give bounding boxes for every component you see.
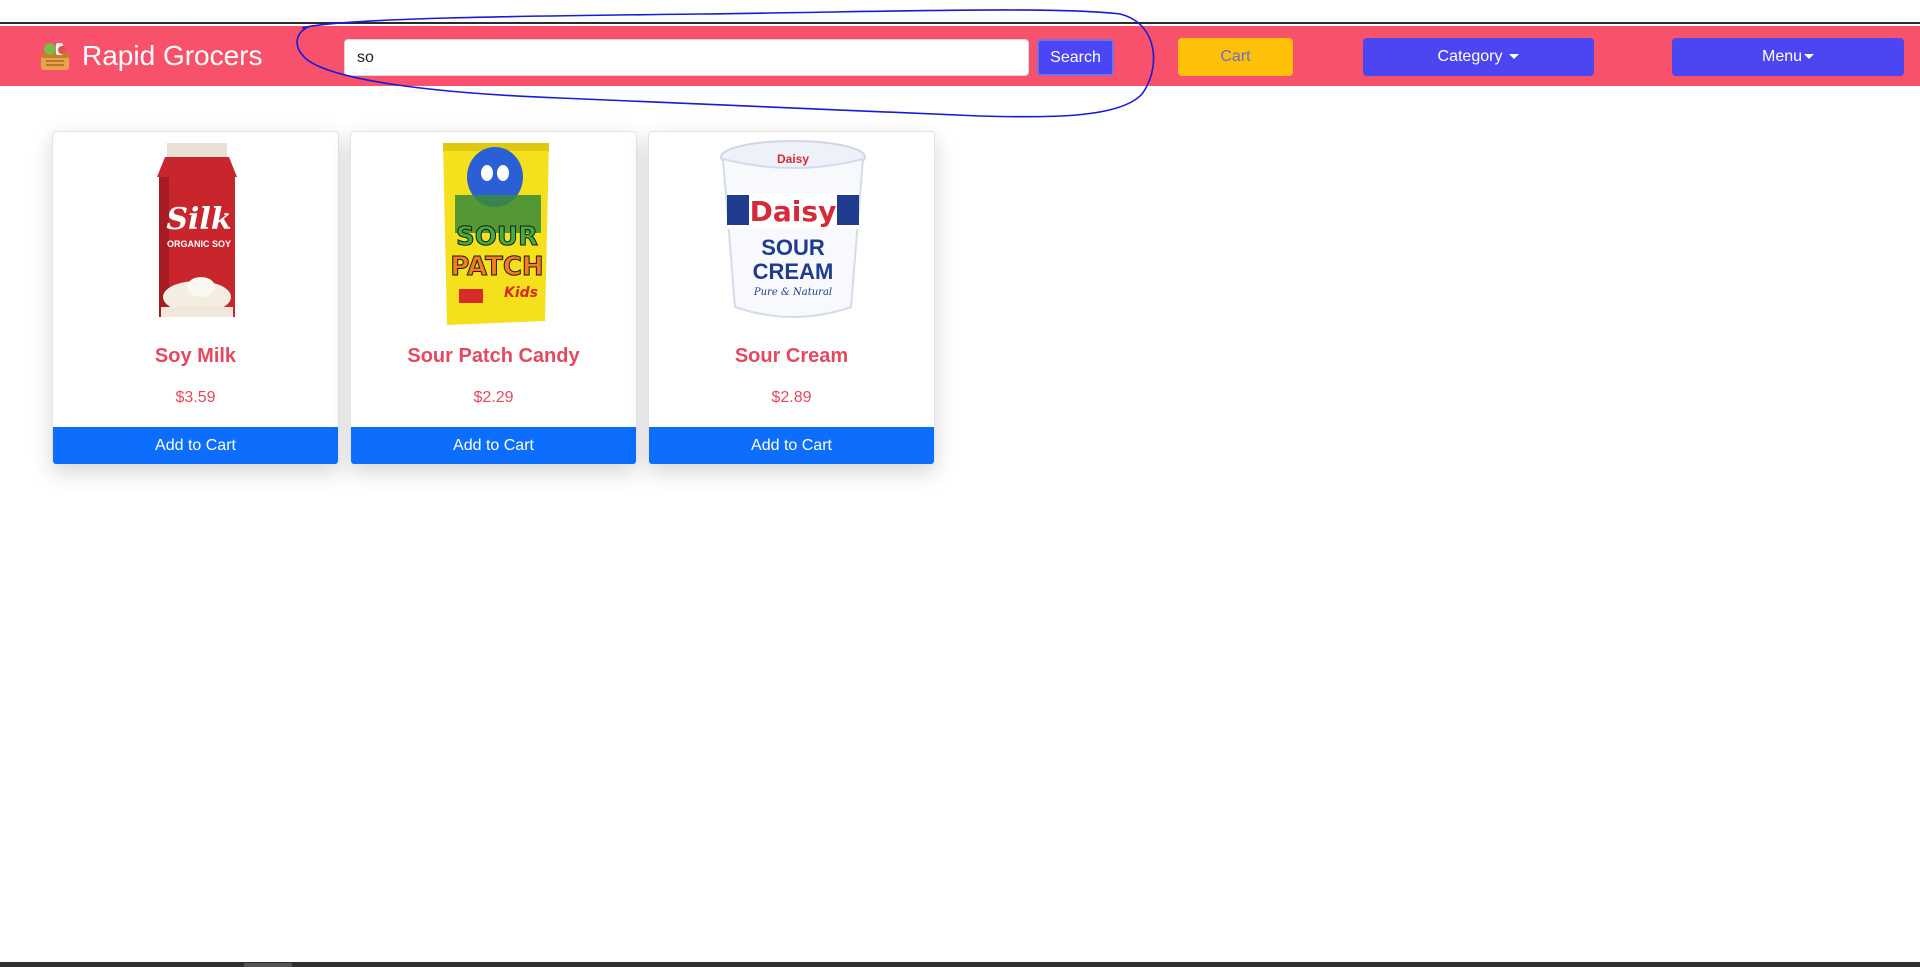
search-input[interactable] bbox=[344, 39, 1029, 76]
daisy-tub-image: Daisy Daisy SOUR CREAM Pure & Natural bbox=[719, 140, 866, 318]
product-name[interactable]: Sour Patch Candy bbox=[351, 345, 636, 368]
product-grid: Silk ORGANIC SOY Soy Milk $3.59 Add to C… bbox=[52, 131, 935, 465]
product-card: Daisy Daisy SOUR CREAM Pure & Natural So… bbox=[648, 131, 935, 465]
candy-line2-text: PATCH bbox=[450, 252, 543, 282]
product-image: SOUR PATCH Kids bbox=[351, 132, 636, 332]
sour-patch-bag-image: SOUR PATCH Kids bbox=[442, 143, 549, 325]
add-to-cart-button[interactable]: Add to Cart bbox=[53, 427, 338, 464]
daisy-tag-text: Pure & Natural bbox=[752, 287, 831, 298]
brand[interactable]: Rapid Grocers bbox=[38, 38, 263, 74]
top-strip bbox=[0, 0, 1920, 24]
silk-sub-text: ORGANIC SOY bbox=[166, 239, 230, 249]
candy-line1-text: SOUR bbox=[456, 222, 538, 252]
brand-name: Rapid Grocers bbox=[82, 40, 263, 71]
product-price: $2.29 bbox=[473, 389, 514, 406]
silk-brand-text: Silk bbox=[166, 202, 231, 237]
search-button[interactable]: Search bbox=[1037, 39, 1114, 76]
category-label: Category bbox=[1437, 48, 1503, 65]
page: Rapid Grocers Search Cart Category Menu … bbox=[0, 0, 1920, 967]
add-to-cart-button[interactable]: Add to Cart bbox=[649, 427, 934, 464]
navbar: Rapid Grocers Search Cart Category Menu bbox=[0, 26, 1920, 86]
product-card: SOUR PATCH Kids Sour Patch Candy $2.29 A… bbox=[350, 131, 637, 465]
product-name[interactable]: Soy Milk bbox=[53, 345, 338, 368]
taskbar-tab[interactable] bbox=[244, 963, 292, 967]
daisy-line1-text: SOUR bbox=[761, 235, 825, 260]
menu-label: Menu bbox=[1761, 48, 1803, 65]
product-image: Daisy Daisy SOUR CREAM Pure & Natural bbox=[649, 132, 934, 332]
add-to-cart-button[interactable]: Add to Cart bbox=[351, 427, 636, 464]
grocery-basket-icon bbox=[41, 43, 69, 70]
product-price: $3.59 bbox=[175, 389, 216, 406]
menu-dropdown[interactable]: Menu bbox=[1672, 38, 1904, 76]
candy-line3-text: Kids bbox=[503, 285, 537, 301]
cart-button[interactable]: Cart bbox=[1178, 38, 1293, 76]
silk-carton-image: Silk ORGANIC SOY bbox=[156, 143, 237, 317]
daisy-brand-text: Daisy bbox=[749, 195, 836, 228]
chevron-down-icon bbox=[1804, 54, 1815, 60]
category-dropdown[interactable]: Category bbox=[1363, 38, 1594, 76]
product-name[interactable]: Sour Cream bbox=[649, 345, 934, 368]
chevron-down-icon bbox=[1509, 54, 1520, 60]
product-image: Silk ORGANIC SOY bbox=[53, 132, 338, 332]
daisy-lid-text: Daisy bbox=[776, 152, 808, 166]
product-card: Silk ORGANIC SOY Soy Milk $3.59 Add to C… bbox=[52, 131, 339, 465]
product-price: $2.89 bbox=[771, 389, 812, 406]
daisy-line2-text: CREAM bbox=[752, 259, 833, 284]
